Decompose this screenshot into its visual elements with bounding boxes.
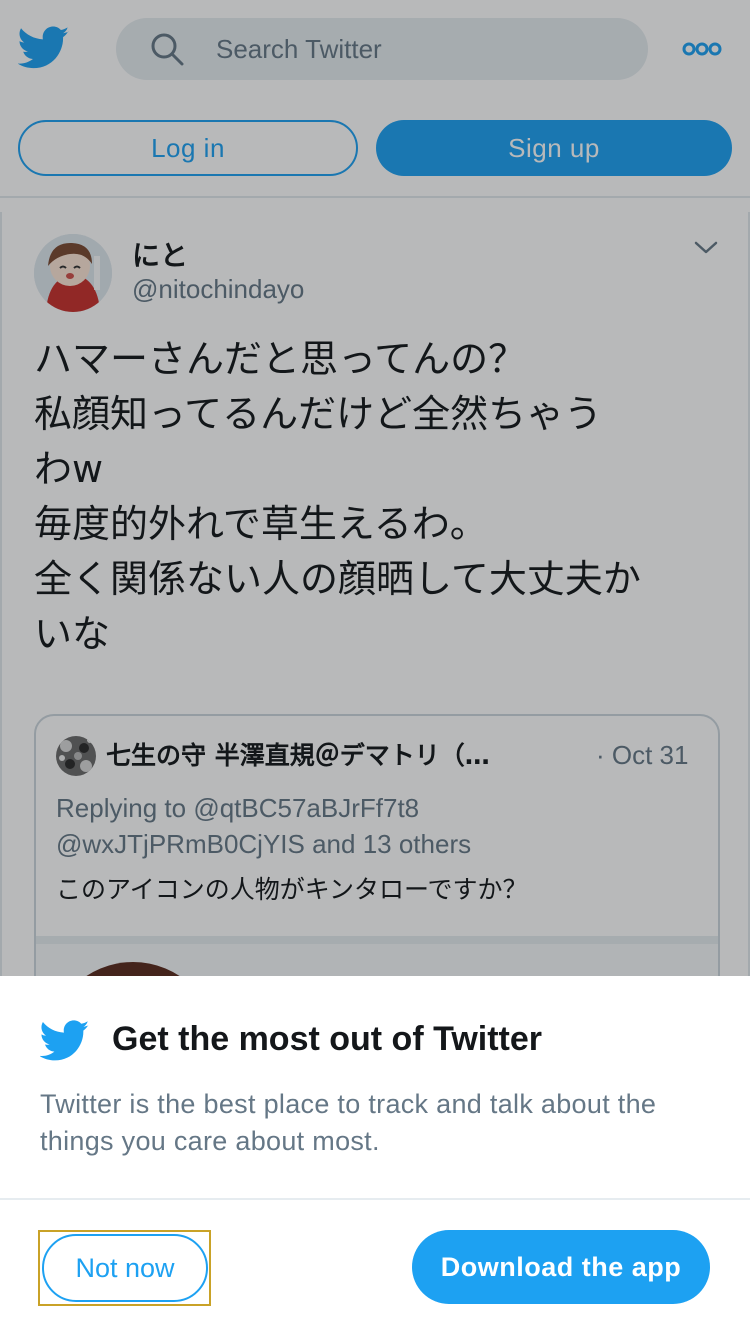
download-app-button[interactable]: Download the app [412,1230,710,1304]
modal-overlay[interactable] [0,0,750,976]
twitter-bird-icon [40,1020,90,1061]
not-now-button[interactable]: Not now [42,1234,208,1302]
sheet-description: Twitter is the best place to track and t… [40,1089,657,1156]
divider [0,1198,750,1200]
sheet-title: Get the most out of Twitter [112,1020,543,1058]
app-promo-sheet: Get the most out of Twitter Twitter is t… [0,976,750,1334]
focus-highlight: Not now [38,1230,211,1306]
